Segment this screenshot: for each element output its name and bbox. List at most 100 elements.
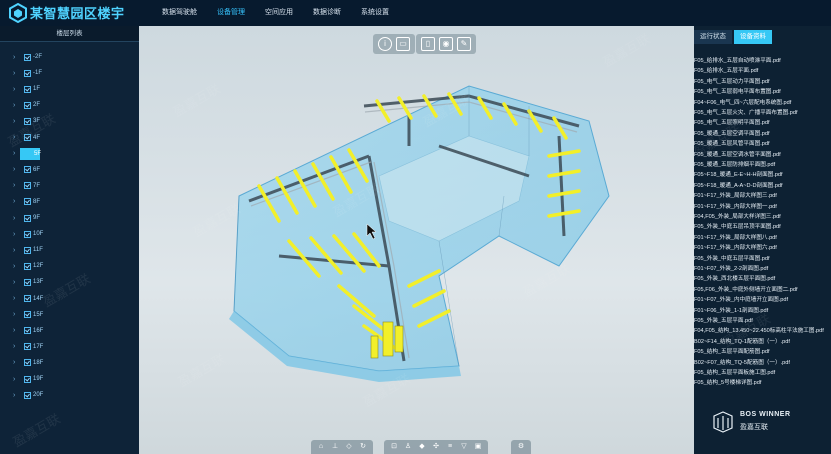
document-item[interactable]: F05_外装_西北楼五层平面图.pdf <box>694 274 831 284</box>
document-item[interactable]: F04,F05_结构_13.450~22.450标高柱平法施工图.pdf <box>694 326 831 336</box>
chevron-right-icon[interactable]: › <box>13 247 15 254</box>
area-icon[interactable]: ◇ <box>344 442 354 452</box>
floor-checkbox[interactable] <box>24 101 31 109</box>
floor-item[interactable]: › 11F <box>0 243 139 257</box>
floor-item[interactable]: › 8F <box>0 195 139 209</box>
floor-item[interactable]: › 14F <box>0 292 139 306</box>
ruler-icon[interactable]: ▭ <box>396 37 410 51</box>
measure-icon[interactable]: ⊥ <box>330 442 340 452</box>
floor-checkbox[interactable] <box>24 85 31 93</box>
document-item[interactable]: F05,F06_外装_中庭外侧墙开立面图二.pdf <box>694 285 831 295</box>
nav-item-1[interactable]: 设备管理 <box>217 0 245 26</box>
chevron-right-icon[interactable]: › <box>13 198 15 205</box>
bim-viewport[interactable]: i ▭ ▯ ◉ ✎ ⌂ ⊥ ◇ ↻ ⊡ ♙ ◆ ✣ ≡ ▽ ▣ ⚙ <box>139 26 694 454</box>
document-item[interactable]: F05_外装_中庭五层平面图.pdf <box>694 254 831 264</box>
floor-checkbox[interactable] <box>24 327 31 335</box>
floor-item[interactable]: › 4F <box>0 131 139 145</box>
floor-checkbox[interactable] <box>24 278 31 286</box>
document-item[interactable]: F05_给排水_五层平面.pdf <box>694 66 831 76</box>
explode-icon[interactable]: ✣ <box>431 442 441 452</box>
layers-icon[interactable]: ≡ <box>445 442 455 452</box>
settings-icon[interactable]: ⚙ <box>516 442 526 452</box>
document-item[interactable]: F01~F17_外装_局部大样图八.pdf <box>694 233 831 243</box>
document-item[interactable]: F05_暖通_五层空调水管平面图.pdf <box>694 150 831 160</box>
chevron-right-icon[interactable]: › <box>13 134 15 141</box>
chevron-right-icon[interactable]: › <box>13 70 15 77</box>
chevron-right-icon[interactable]: › <box>13 215 15 222</box>
floor-item[interactable]: › 10F <box>0 227 139 241</box>
floor-checkbox[interactable] <box>24 359 31 367</box>
floor-checkbox[interactable] <box>24 246 31 254</box>
chevron-right-icon[interactable]: › <box>13 118 15 125</box>
floor-item[interactable]: › 6F <box>0 163 139 177</box>
floor-checkbox[interactable] <box>24 53 31 61</box>
floor-checkbox[interactable] <box>24 117 31 125</box>
document-item[interactable]: F05_电气_五层照明平面图.pdf <box>694 118 831 128</box>
pencil-icon[interactable]: ✎ <box>457 37 471 51</box>
floor-item[interactable]: › -1F <box>0 66 139 80</box>
chevron-right-icon[interactable]: › <box>13 102 15 109</box>
document-item[interactable]: F05_暖通_五层空调平面图.pdf <box>694 129 831 139</box>
floor-item[interactable]: › -2F <box>0 50 139 64</box>
document-item[interactable]: F05_暖通_五层防排烟平面图.pdf <box>694 160 831 170</box>
document-item[interactable]: F05_外装_五层平面.pdf <box>694 316 831 326</box>
document-item[interactable]: B02~F07_结构_TQ-5配筋图（一）.pdf <box>694 358 831 368</box>
filter-icon[interactable]: ▽ <box>459 442 469 452</box>
floor-checkbox[interactable] <box>24 262 31 270</box>
floor-checkbox[interactable] <box>24 166 31 174</box>
floor-item[interactable]: › 16F <box>0 324 139 338</box>
chevron-right-icon[interactable]: › <box>13 295 15 302</box>
box-icon[interactable]: ▣ <box>473 442 483 452</box>
document-item[interactable]: F05_给排水_五层自动喷淋平面.pdf <box>694 56 831 66</box>
floor-checkbox[interactable] <box>24 182 31 190</box>
floor-checkbox[interactable] <box>24 295 31 302</box>
chevron-right-icon[interactable]: › <box>13 279 15 286</box>
document-item[interactable]: B02~F14_结构_TQ-1配筋图（一）.pdf <box>694 337 831 347</box>
document-item[interactable]: F01~F06_外装_1-1剖面图.pdf <box>694 306 831 316</box>
chevron-right-icon[interactable]: › <box>13 359 15 366</box>
document-item[interactable]: F05_结构_5号楼梯详图.pdf <box>694 378 831 388</box>
floor-checkbox[interactable] <box>24 311 31 319</box>
floor-item[interactable]: › 20F <box>0 388 139 402</box>
document-item[interactable]: F01~F17_外装_内部大样图六.pdf <box>694 243 831 253</box>
floor-item[interactable]: › 3F <box>0 114 139 128</box>
document-item[interactable]: F05_电气_五层动力平面图.pdf <box>694 77 831 87</box>
document-item[interactable]: F05_暖通_五层风管平面图.pdf <box>694 139 831 149</box>
document-item[interactable]: F01~F17_外装_局部大样图三.pdf <box>694 191 831 201</box>
bookmark-icon[interactable]: ▯ <box>421 37 435 51</box>
floor-checkbox[interactable] <box>24 198 31 206</box>
floor-item[interactable]: › 13F <box>0 275 139 289</box>
chevron-right-icon[interactable]: › <box>13 166 15 173</box>
tab-1[interactable]: 设备资料 <box>734 30 772 44</box>
nav-item-0[interactable]: 数据驾驶舱 <box>162 0 197 26</box>
nav-item-3[interactable]: 数据诊断 <box>313 0 341 26</box>
chevron-right-icon[interactable]: › <box>13 263 15 270</box>
floor-checkbox[interactable] <box>24 134 31 141</box>
floor-item[interactable]: › 1F <box>0 82 139 96</box>
chevron-right-icon[interactable]: › <box>13 327 15 334</box>
document-item[interactable]: F05~F18_暖通_E-E~H-H剖面图.pdf <box>694 170 831 180</box>
floor-checkbox[interactable] <box>24 375 31 383</box>
document-item[interactable]: F05~F18_暖通_A-A~D-D剖面图.pdf <box>694 181 831 191</box>
chevron-right-icon[interactable]: › <box>13 376 15 383</box>
floor-checkbox[interactable] <box>24 69 31 77</box>
document-item[interactable]: F01~F07_外装_内中庭墙开立面图.pdf <box>694 295 831 305</box>
document-item[interactable]: F04,F05_外装_局部大样详图三.pdf <box>694 212 831 222</box>
building-model[interactable] <box>139 26 694 454</box>
document-item[interactable]: F05_电气_五层火灾、广播平面布置图.pdf <box>694 108 831 118</box>
rotate-icon[interactable]: ↻ <box>358 442 368 452</box>
document-item[interactable]: F01~F07_外装_2-2剖面图.pdf <box>694 264 831 274</box>
chevron-right-icon[interactable]: › <box>13 54 15 61</box>
floor-item[interactable]: › 15F <box>0 308 139 322</box>
walk-icon[interactable]: ♙ <box>403 442 413 452</box>
cube-icon[interactable]: ◆ <box>417 442 427 452</box>
floor-checkbox[interactable] <box>24 230 31 238</box>
document-item[interactable]: F05_结构_五层平面板施工图.pdf <box>694 368 831 378</box>
document-item[interactable]: F05_结构_五层平面配筋图.pdf <box>694 347 831 357</box>
section-icon[interactable]: ⊡ <box>389 442 399 452</box>
chevron-right-icon[interactable]: › <box>13 231 15 238</box>
chevron-right-icon[interactable]: › <box>13 86 15 93</box>
chevron-right-icon[interactable]: › <box>13 311 15 318</box>
floor-checkbox[interactable] <box>24 214 31 222</box>
floor-item[interactable]: › 7F <box>0 179 139 193</box>
